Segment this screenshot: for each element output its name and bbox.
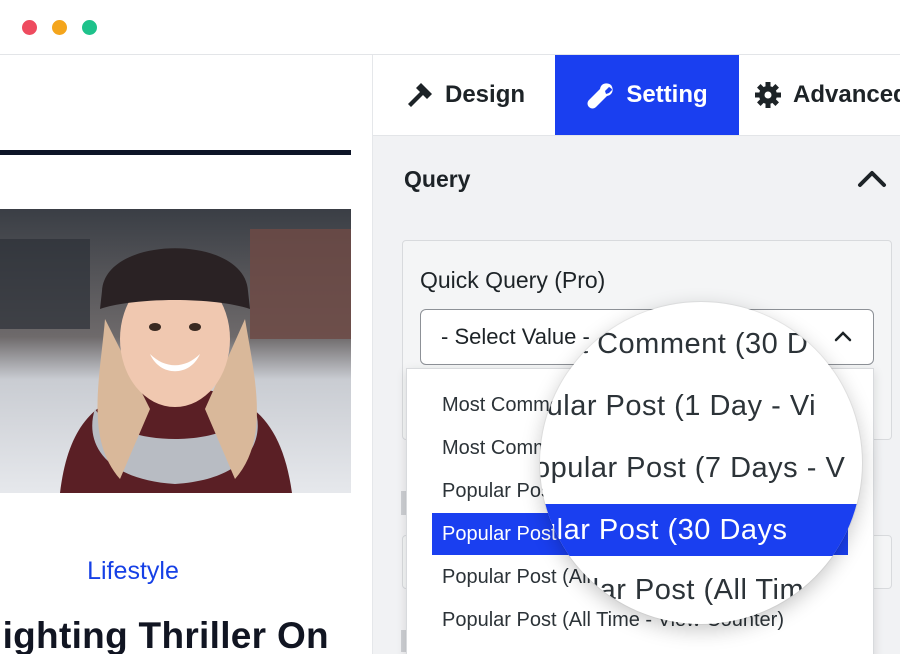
window-titlebar: [0, 0, 900, 55]
tab-advanced[interactable]: Advanced: [753, 55, 900, 135]
magnified-option: opular Post (7 Days - V: [540, 452, 846, 484]
post-thumbnail[interactable]: [0, 209, 351, 493]
query-section-title: Query: [404, 166, 471, 192]
quick-query-label: Quick Query (Pro): [420, 267, 606, 293]
hammer-icon: [408, 83, 432, 107]
magnifier-lens: t Comment (30 D pular Post (1 Day - Vi o…: [540, 302, 862, 624]
magnified-option: t Comment (30 D: [580, 328, 809, 360]
post-headline[interactable]: lighting Thriller On: [0, 615, 329, 654]
wrench-icon: [587, 83, 613, 109]
tab-design[interactable]: Design: [405, 55, 525, 135]
magnified-option-active: ular Post (30 Days: [540, 504, 860, 556]
chevron-up-icon[interactable]: [857, 167, 887, 189]
window-maximize-button[interactable]: [82, 20, 97, 35]
tab-design-label: Design: [445, 81, 526, 108]
chevron-up-icon: [834, 331, 852, 342]
preview-divider-bar: [0, 150, 351, 155]
gear-icon: [755, 82, 781, 108]
panel-tabs: Design Setting Advanced: [373, 55, 900, 136]
magnified-option: pular Post (1 Day - Vi: [540, 390, 817, 422]
tab-setting-label: Setting: [626, 81, 708, 108]
post-category-link[interactable]: Lifestyle: [0, 557, 266, 586]
quick-query-select-value: - Select Value -: [441, 324, 590, 349]
post-preview: Lifestyle lighting Thriller On: [0, 55, 372, 654]
magnified-option: ular Post (All Time: [576, 574, 821, 606]
tab-setting[interactable]: Setting: [555, 55, 739, 135]
window-close-button[interactable]: [22, 20, 37, 35]
window-minimize-button[interactable]: [52, 20, 67, 35]
tab-advanced-label: Advanced: [793, 81, 900, 108]
